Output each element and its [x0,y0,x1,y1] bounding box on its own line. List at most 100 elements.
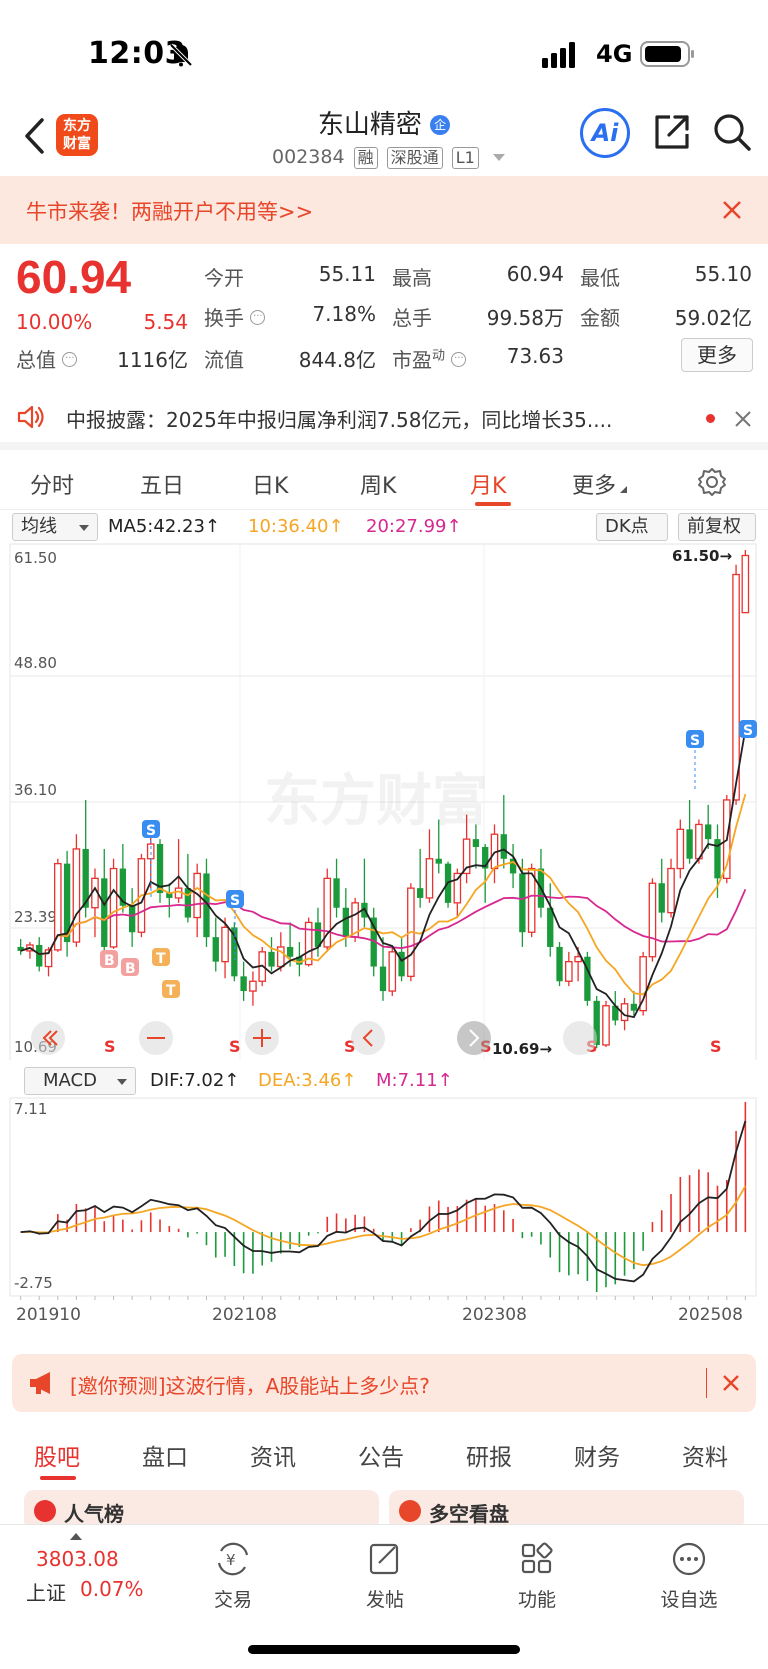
candle-body[interactable] [519,873,526,933]
candle-body[interactable] [221,926,229,963]
search-icon[interactable] [712,112,752,152]
candle-body[interactable] [602,1005,610,1046]
candle-body[interactable] [686,829,693,859]
candle-body[interactable] [379,966,387,992]
speaker-icon [17,405,44,429]
tab-guba[interactable]: 股吧 [34,1438,80,1472]
tag-level: L1 [451,147,479,169]
svg-text:S: S [743,723,753,739]
close-icon[interactable] [722,1374,740,1392]
more-dots-icon [672,1542,706,1576]
candle-body[interactable] [212,937,219,962]
long-short-card[interactable]: 多空看盘 [389,1490,744,1524]
svg-text:B: B [104,953,115,969]
popularity-card[interactable]: 人气榜 [24,1490,379,1524]
candle-body[interactable] [630,1003,638,1011]
candle-body[interactable] [565,961,573,982]
candle-body[interactable] [500,834,507,859]
prediction-poll-banner[interactable]: [邀你预测]这波行情，A股能站上多少点? [12,1354,756,1412]
candle-body[interactable] [333,878,340,908]
info-icon[interactable]: ··· [451,352,467,367]
candle-body[interactable] [388,951,397,992]
scroll-left-button[interactable] [351,1021,385,1055]
candle-body[interactable] [240,976,247,992]
candle-body[interactable] [667,867,675,914]
current-price: 60.94 [16,251,132,303]
settings-gear-icon[interactable] [696,466,728,498]
fire-icon [34,1500,56,1522]
info-icon[interactable]: ··· [250,310,266,325]
candle-body[interactable] [435,858,442,864]
candle-body[interactable] [342,907,349,938]
candle-body[interactable] [547,907,554,947]
candle-body[interactable] [741,554,750,614]
candle-body[interactable] [417,888,424,898]
zoom-end-button[interactable] [563,1021,597,1055]
macd-chart[interactable]: 7.11 -2.75 201910 202108 202308 202508 [0,1096,768,1336]
tab-monthly-k[interactable]: 月K [470,468,506,500]
edit-icon [369,1543,399,1575]
cards-peek: 人气榜 多空看盘 [24,1490,744,1524]
tag-connect: 深股通 [386,147,443,169]
open-value: 55.11 [318,262,376,286]
tab-more[interactable]: 更多 [572,468,628,500]
candle-body[interactable] [36,944,43,967]
watermark: 东方财富 [264,769,488,834]
tab-daily-k[interactable]: 日K [252,468,288,500]
svg-text:S: S [230,893,240,909]
zoom-start-button[interactable] [31,1021,65,1055]
tab-order-book[interactable]: 盘口 [142,1438,188,1472]
dif-line [20,1120,747,1283]
candle-body[interactable] [658,883,665,913]
tab-financials[interactable]: 财务 [574,1438,620,1472]
tab-intraday[interactable]: 分时 [30,468,74,500]
more-button[interactable]: 更多 [681,338,753,372]
index-name[interactable]: 上证 [26,1577,66,1606]
caret-down-icon[interactable] [492,154,505,161]
tab-profile[interactable]: 资料 [682,1438,728,1472]
indicator-selector[interactable]: 均线 [12,513,98,541]
corner-arrow-icon [620,486,628,493]
tab-announcements[interactable]: 公告 [358,1438,404,1472]
tab-news[interactable]: 资讯 [250,1438,296,1472]
kline-chart[interactable]: 东方财富 61.50 48.80 36.10 23.39 10.69 61.50… [0,540,768,1060]
info-icon[interactable]: ··· [62,352,78,367]
tab-weekly-k[interactable]: 周K [360,468,396,500]
candle-body[interactable] [249,980,257,992]
nav-add-watchlist[interactable]: 设自选 [644,1541,734,1612]
volume-label: 总手 [392,306,432,330]
y-tick-label: 36.10 [14,781,57,799]
tab-five-day[interactable]: 五日 [140,468,184,500]
promo-banner[interactable]: 牛市来袭！两融开户不用等>> [0,176,768,244]
candle-body[interactable] [705,824,712,840]
nav-post[interactable]: 发帖 [340,1541,430,1612]
close-icon[interactable] [720,198,744,222]
candle-body[interactable] [425,858,434,899]
candle-body[interactable] [574,956,582,963]
candle-body[interactable] [286,946,294,957]
adjust-selector[interactable]: 前复权 [678,513,756,541]
close-icon[interactable] [734,410,752,428]
cell-signal-icon [542,42,575,68]
change-amount: 5.54 [143,310,188,334]
ai-button[interactable]: Ai [580,108,630,158]
candle-body[interactable] [128,905,136,933]
candle-body[interactable] [101,878,108,947]
nav-functions[interactable]: 功能 [492,1541,582,1612]
macd-selector[interactable]: MACD [24,1067,136,1095]
candle-body[interactable] [268,951,275,967]
total-value-label: 总值 ··· [16,344,78,373]
announcement-bar[interactable]: 中报披露：2025年中报归属净利润7.58亿元，同比增长35.... [0,386,768,450]
nav-trade[interactable]: ¥ 交易 [188,1541,278,1612]
dk-point-button[interactable]: DK点 [596,513,668,541]
index-change[interactable]: 0.07% [80,1577,144,1601]
share-icon[interactable] [652,112,692,152]
candle-body[interactable] [676,828,685,870]
scroll-right-button[interactable] [457,1021,491,1055]
candle-body[interactable] [648,882,657,958]
candle-body[interactable] [472,839,480,847]
index-value[interactable]: 3803.08 [36,1547,119,1571]
tab-research[interactable]: 研报 [466,1438,512,1472]
candle-body[interactable] [556,946,563,982]
candle-body[interactable] [109,867,118,948]
